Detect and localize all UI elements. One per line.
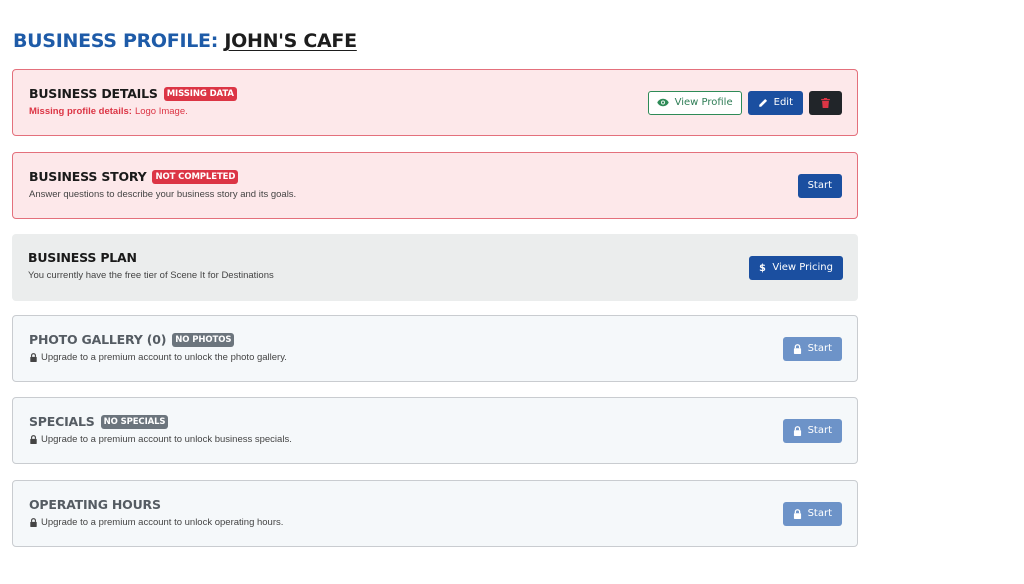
lock-icon <box>30 518 37 527</box>
business-name-link[interactable]: JOHN'S CAFE <box>224 30 357 52</box>
specials-description: Upgrade to a premium account to unlock b… <box>29 434 292 445</box>
business-details-actions: View Profile Edit <box>647 70 842 135</box>
lock-icon <box>30 353 37 362</box>
specials-heading: SPECIALS NO SPECIALS <box>29 414 169 429</box>
business-details-heading: BUSINESS DETAILS MISSING DATA <box>29 86 237 101</box>
story-start-label: Start <box>807 180 832 191</box>
hours-start-label: Start <box>807 508 832 519</box>
dollar-icon: $ <box>760 263 767 273</box>
business-story-title: BUSINESS STORY <box>29 169 147 184</box>
business-plan-heading: BUSINESS PLAN <box>28 250 137 265</box>
operating-hours-description-text: Upgrade to a premium account to unlock o… <box>41 517 284 528</box>
business-story-heading: BUSINESS STORY NOT COMPLETED <box>29 169 239 184</box>
photo-gallery-description-text: Upgrade to a premium account to unlock t… <box>41 352 287 363</box>
view-pricing-label: View Pricing <box>772 262 833 273</box>
operating-hours-title: OPERATING HOURS <box>29 497 161 512</box>
lock-icon <box>793 343 801 354</box>
missing-details-text: Missing profile details: Logo Image. <box>29 106 188 117</box>
gallery-start-label: Start <box>807 343 832 354</box>
specials-start-label: Start <box>807 425 832 436</box>
page-title: BUSINESS PROFILE: JOHN'S CAFE <box>13 30 357 52</box>
business-story-actions: Start <box>797 153 842 218</box>
specials-description-text: Upgrade to a premium account to unlock b… <box>41 434 292 445</box>
business-story-description: Answer questions to describe your busine… <box>29 189 297 200</box>
not-completed-badge: NOT COMPLETED <box>152 169 239 184</box>
hours-start-button[interactable]: Start <box>782 501 842 526</box>
missing-details-label: Missing profile details: <box>29 106 132 117</box>
gallery-start-button[interactable]: Start <box>782 336 842 361</box>
view-pricing-button[interactable]: $ View Pricing <box>749 255 843 280</box>
trash-icon <box>821 97 830 108</box>
edit-button[interactable]: Edit <box>747 90 803 115</box>
missing-data-badge: MISSING DATA <box>163 86 237 101</box>
operating-hours-heading: OPERATING HOURS <box>29 497 161 512</box>
lock-icon <box>30 435 37 444</box>
view-profile-button[interactable]: View Profile <box>647 90 742 115</box>
business-story-card: BUSINESS STORY NOT COMPLETED Answer ques… <box>12 152 858 219</box>
business-plan-title: BUSINESS PLAN <box>28 250 137 265</box>
lock-icon <box>793 425 801 436</box>
missing-details-items: Logo Image. <box>134 106 188 117</box>
no-specials-badge: NO SPECIALS <box>100 414 169 429</box>
story-start-button[interactable]: Start <box>797 173 842 198</box>
business-details-title: BUSINESS DETAILS <box>29 86 158 101</box>
specials-card: SPECIALS NO SPECIALS Upgrade to a premiu… <box>12 397 858 464</box>
photo-gallery-heading: PHOTO GALLERY (0) NO PHOTOS <box>29 332 235 347</box>
lock-icon <box>793 508 801 519</box>
photo-gallery-title: PHOTO GALLERY (0) <box>29 332 167 347</box>
business-plan-description: You currently have the free tier of Scen… <box>28 270 274 281</box>
business-plan-card: BUSINESS PLAN You currently have the fre… <box>12 234 858 301</box>
photo-gallery-card: PHOTO GALLERY (0) NO PHOTOS Upgrade to a… <box>12 315 858 382</box>
specials-start-button[interactable]: Start <box>782 418 842 443</box>
operating-hours-description: Upgrade to a premium account to unlock o… <box>29 517 283 528</box>
svg-text:$: $ <box>760 263 767 273</box>
edit-label: Edit <box>773 97 793 108</box>
photo-gallery-actions: Start <box>782 316 842 381</box>
specials-actions: Start <box>782 398 842 463</box>
no-photos-badge: NO PHOTOS <box>172 332 235 347</box>
operating-hours-actions: Start <box>782 481 842 546</box>
page-title-prefix: BUSINESS PROFILE: <box>13 30 219 52</box>
view-profile-label: View Profile <box>674 97 733 108</box>
operating-hours-card: OPERATING HOURS Upgrade to a premium acc… <box>12 480 858 547</box>
specials-title: SPECIALS <box>29 414 95 429</box>
pencil-icon <box>758 98 767 107</box>
eye-icon <box>656 98 669 107</box>
business-plan-actions: $ View Pricing <box>749 234 843 301</box>
photo-gallery-description: Upgrade to a premium account to unlock t… <box>29 352 287 363</box>
business-details-card: BUSINESS DETAILS MISSING DATA Missing pr… <box>12 69 858 136</box>
delete-button[interactable] <box>809 90 842 115</box>
